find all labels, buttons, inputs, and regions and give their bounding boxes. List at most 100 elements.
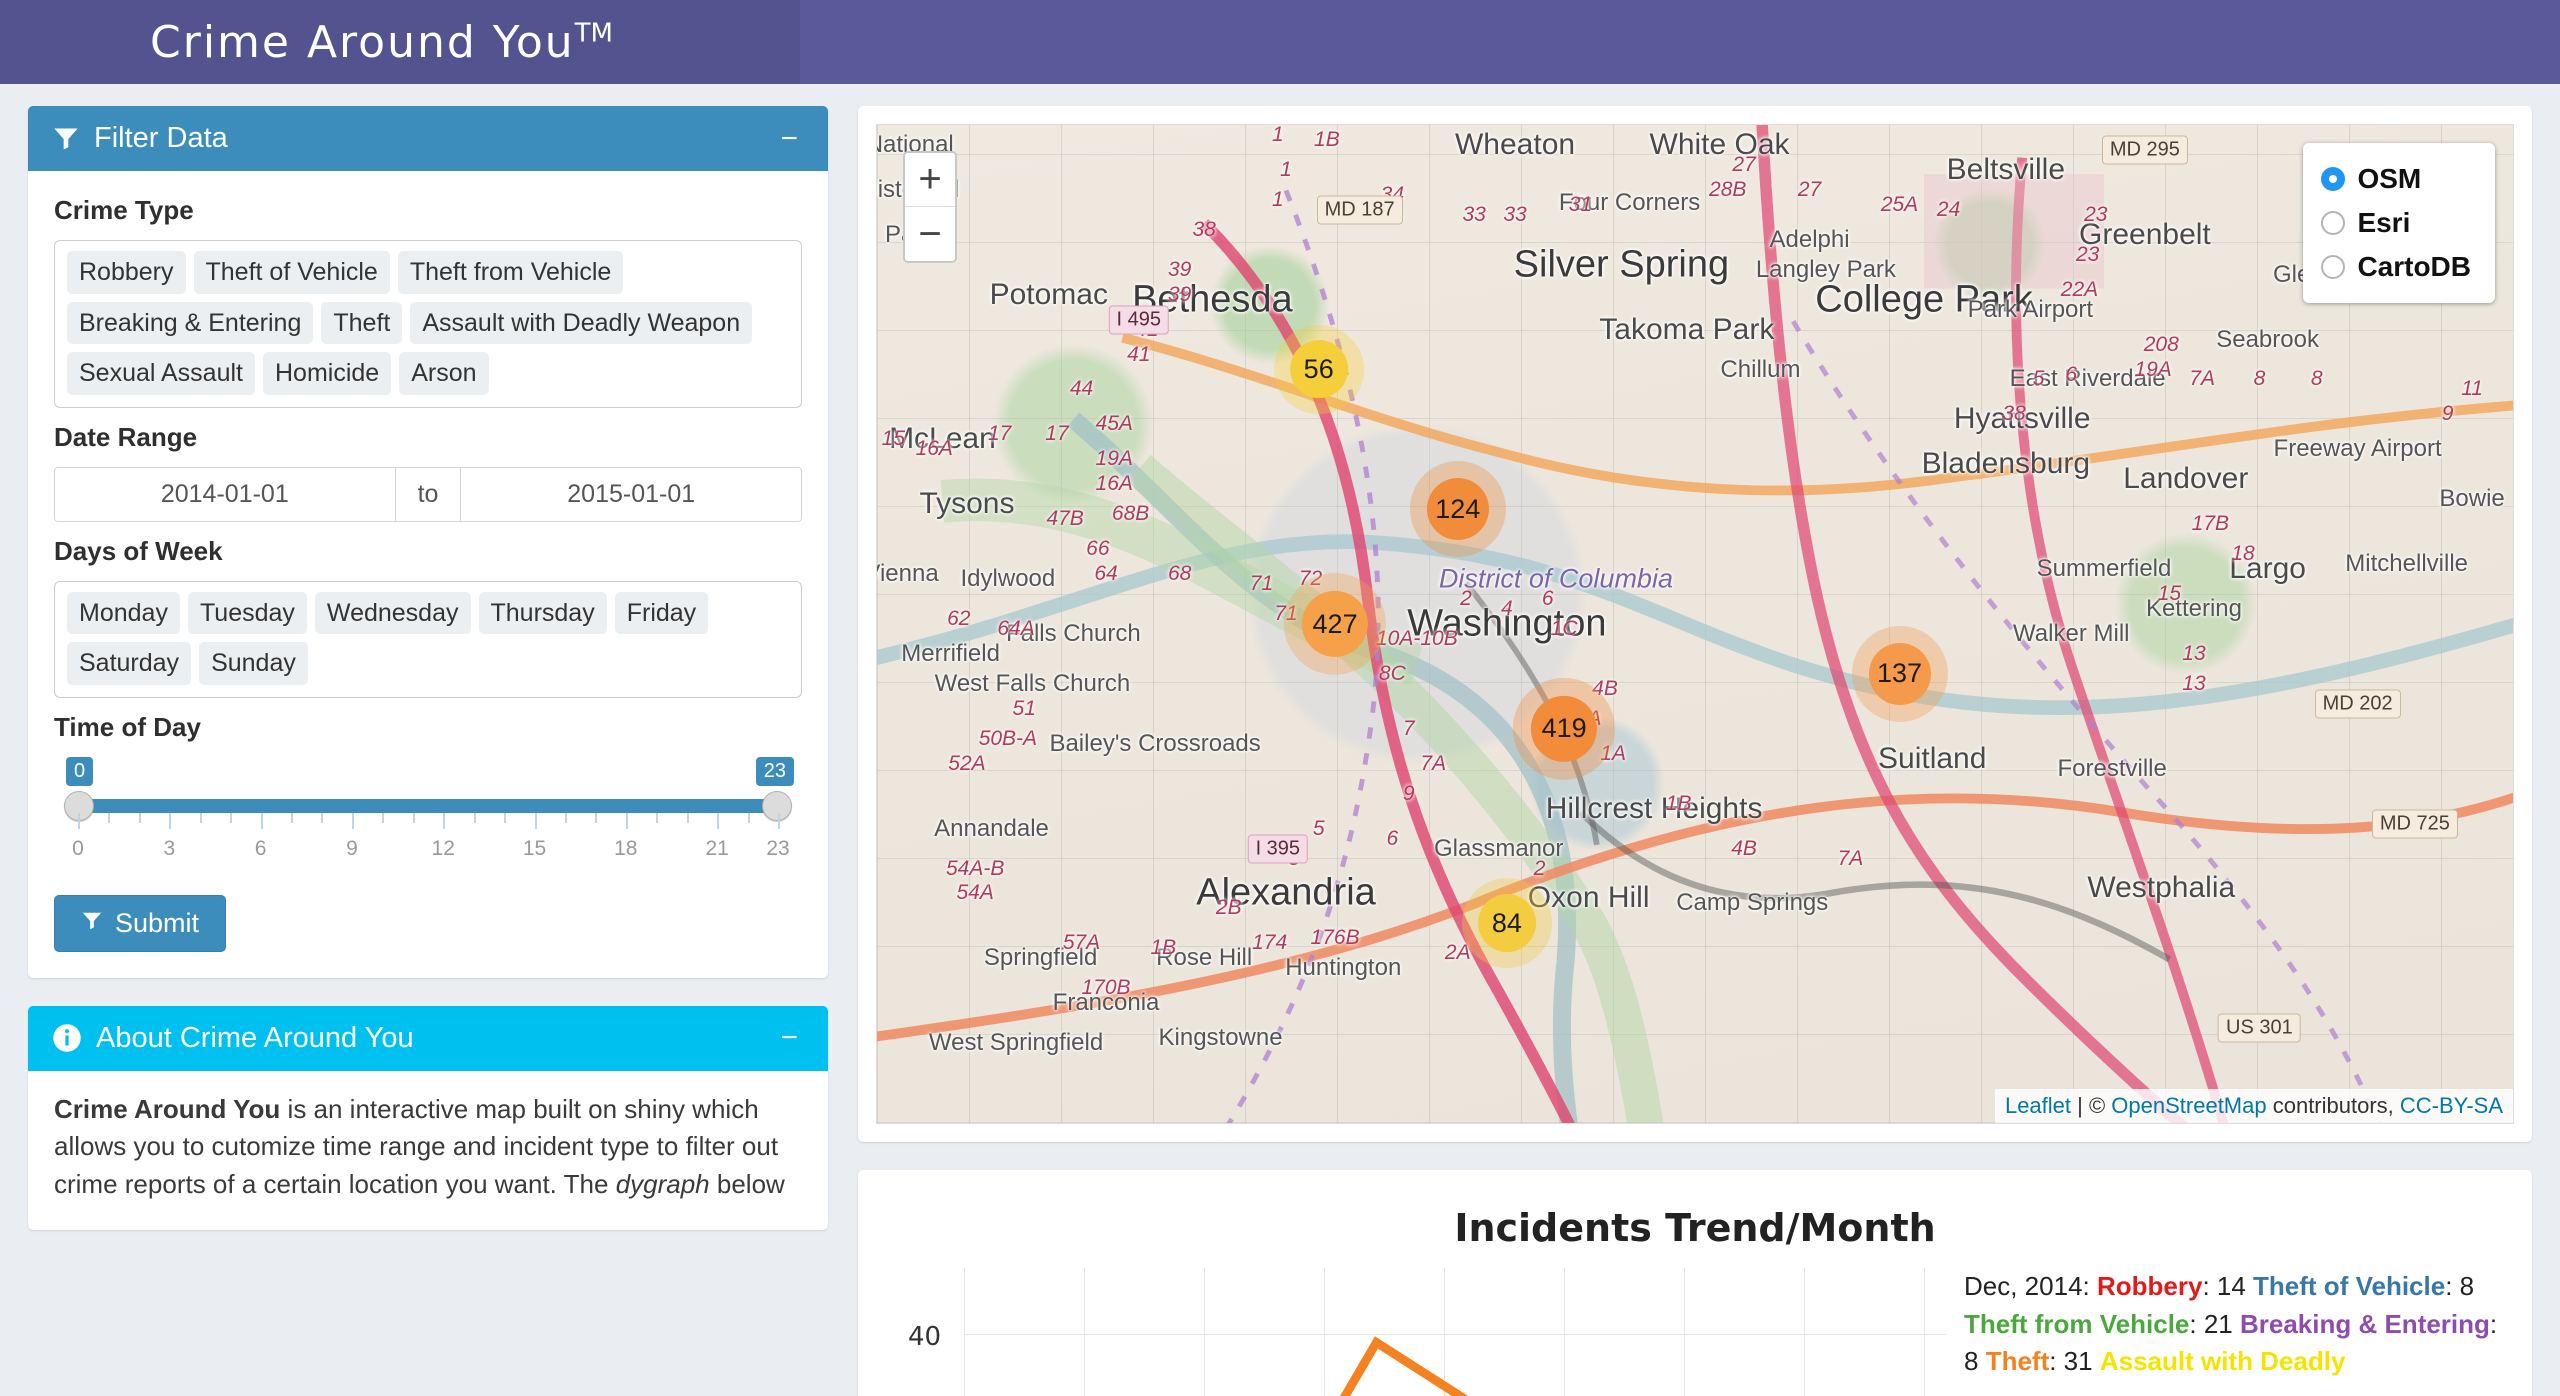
filter-tag[interactable]: Arson [399, 352, 489, 395]
zoom-out-button[interactable]: − [905, 207, 955, 261]
map-route-number: 16A [1095, 472, 1133, 496]
map-route-number: 13 [2182, 671, 2206, 695]
map-cluster-marker[interactable]: 124 [1426, 478, 1489, 541]
leaflet-map[interactable]: Potomac Wheaton White Oak Four Corners Belts… [876, 124, 2514, 1124]
filter-tag[interactable]: Saturday [67, 642, 192, 685]
slider-tick-label: 12 [431, 836, 455, 860]
map-route-number: 1B [1314, 127, 1340, 151]
map-cluster-marker[interactable]: 427 [1302, 590, 1369, 657]
map-layer-option-cartodb[interactable]: CartoDB [2319, 245, 2473, 289]
map-zoom-control[interactable]: + − [903, 151, 957, 263]
map-layer-control[interactable]: OSM Esri CartoDB [2303, 143, 2495, 303]
chart-area[interactable]: 40 Dec, 2014: Robbery: 14 Theft of Vehic… [884, 1258, 2506, 1396]
map-cluster-marker[interactable]: 84 [1477, 894, 1536, 953]
filter-tag[interactable]: Homicide [263, 352, 392, 395]
slider-tick [747, 812, 750, 823]
about-lead: Crime Around You [54, 1093, 281, 1124]
filter-tag[interactable]: Tuesday [187, 591, 307, 634]
chart-legend-part: : 14 [2202, 1271, 2254, 1301]
filter-tag[interactable]: Sexual Assault [67, 352, 255, 395]
date-start-field[interactable] [55, 467, 395, 521]
filter-tag[interactable]: Wednesday [314, 591, 471, 634]
slider-rail[interactable] [78, 798, 778, 813]
slider-tick-label: 15 [522, 836, 547, 860]
about-emphasis: dygraph [615, 1168, 710, 1199]
collapse-about-button[interactable]: − [774, 1023, 804, 1053]
filter-tag[interactable]: Theft of Vehicle [193, 251, 390, 294]
openstreetmap-link[interactable]: OpenStreetMap [2111, 1093, 2266, 1118]
leaflet-link[interactable]: Leaflet [2005, 1093, 2071, 1118]
map-route-number: 2 [1533, 856, 1546, 880]
map-route-number: 11 [2461, 377, 2483, 401]
submit-button[interactable]: Submit [54, 894, 227, 952]
page-body: Filter Data − Crime Type Robbery Theft of… [0, 84, 2560, 1396]
map-route-number: 7A [2189, 367, 2215, 391]
chart-legend-part: Robbery [2096, 1271, 2203, 1301]
map-route-number: 13 [2182, 641, 2206, 665]
map-route-number: 57A [1062, 931, 1101, 955]
radio-icon[interactable] [2321, 255, 2346, 279]
filter-tag[interactable]: Sunday [199, 642, 308, 685]
filter-data-header: Filter Data − [28, 106, 828, 171]
date-range-separator: to [394, 467, 462, 521]
time-of-day-slider[interactable]: 0 23 0 3 6 9 12 15 18 21 23 [54, 756, 802, 885]
filter-tag[interactable]: Theft [321, 301, 403, 344]
map-highway-shield: MD 295 [2101, 135, 2188, 165]
slider-tick [443, 812, 446, 829]
chart-y-tick-40: 40 [908, 1322, 942, 1352]
map-route-number: 7A [1837, 846, 1864, 870]
date-end-field[interactable] [461, 467, 801, 521]
filter-tag[interactable]: Friday [614, 591, 709, 634]
filter-tag[interactable]: Monday [67, 591, 180, 634]
slider-tick [291, 812, 294, 823]
map-route-number: 1 [1280, 157, 1292, 181]
map-route-number: 170B [1081, 976, 1131, 1000]
chart-title: Incidents Trend/Month [1454, 1206, 1936, 1250]
collapse-filter-button[interactable]: − [774, 123, 804, 154]
chart-legend: Dec, 2014: Robbery: 14 Theft of Vehicle:… [1946, 1258, 2506, 1396]
about-box: About Crime Around You − Crime Around Yo… [28, 1005, 828, 1230]
map-route-number: 51 [1012, 696, 1036, 720]
slider-tick [595, 812, 598, 823]
map-route-number: 33 [1462, 202, 1486, 226]
map-route-number: 54A-B [945, 856, 1005, 880]
license-link[interactable]: CC-BY-SA [2400, 1093, 2503, 1118]
slider-tick-label: 18 [614, 836, 638, 860]
chart-series-svg [1340, 1336, 1469, 1396]
slider-ticks [78, 812, 780, 829]
slider-tick-label: 21 [705, 836, 729, 860]
zoom-in-button[interactable]: + [905, 153, 955, 207]
chart-legend-part: Assault with Deadly [2099, 1346, 2346, 1377]
chart-plot[interactable]: 40 [884, 1258, 1946, 1396]
map-layer-label: OSM [2357, 163, 2422, 194]
slider-tick [199, 812, 202, 823]
chart-legend-part: Theft [1985, 1346, 2050, 1377]
map-cluster-marker[interactable]: 56 [1289, 340, 1348, 399]
map-layer-option-esri[interactable]: Esri [2319, 201, 2473, 245]
map-tiles[interactable]: Potomac Wheaton White Oak Four Corners Belts… [877, 125, 2513, 1123]
crime-type-input[interactable]: Robbery Theft of Vehicle Theft from Vehicl… [54, 240, 802, 408]
map-cluster-marker[interactable]: 419 [1531, 695, 1598, 762]
radio-icon[interactable] [2321, 211, 2346, 235]
filter-icon-small [81, 908, 103, 939]
slider-tick [382, 812, 385, 823]
chart-legend-part: : 8 [2445, 1271, 2475, 1301]
filter-data-box: Filter Data − Crime Type Robbery Theft of… [28, 106, 828, 978]
filter-tag[interactable]: Assault with Deadly Weapon [410, 301, 753, 344]
filter-tag[interactable]: Breaking & Entering [67, 301, 314, 344]
map-route-number: 2B [1215, 896, 1242, 920]
filter-tag[interactable]: Thursday [478, 591, 607, 634]
map-route-number: 6 [1541, 587, 1554, 611]
map-layer-option-osm[interactable]: OSM [2319, 157, 2473, 201]
date-range-input[interactable]: to [54, 466, 802, 522]
slider-tick [108, 812, 111, 823]
days-of-week-input[interactable]: Monday Tuesday Wednesday Thursday Friday Satu… [54, 580, 802, 698]
map-cluster-marker[interactable]: 137 [1868, 642, 1931, 705]
filter-tag[interactable]: Theft from Vehicle [397, 251, 624, 294]
chart-legend-part: Theft from Vehicle [1964, 1308, 2190, 1339]
radio-icon[interactable] [2321, 167, 2346, 191]
map-highway-shield: MD 187 [1316, 195, 1403, 225]
filter-tag[interactable]: Robbery [67, 251, 186, 294]
map-route-number: 15 [881, 427, 906, 451]
map-layer-label: Esri [2357, 207, 2411, 238]
